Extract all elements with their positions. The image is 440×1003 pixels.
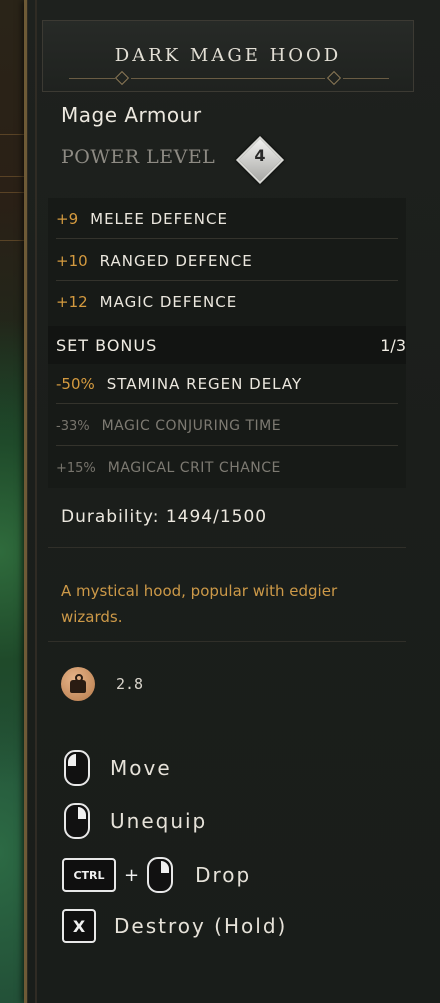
set-bonus-header: SET BONUS 1/3 <box>48 326 406 364</box>
power-level-label: POWER LEVEL <box>61 146 216 168</box>
set-bonus-effect: STAMINA REGEN DELAY <box>106 375 303 393</box>
set-bonus-value: -33% <box>56 418 90 434</box>
action-label: Unequip <box>110 809 208 833</box>
stat-value: +10 <box>56 252 88 270</box>
mouse-left-icon <box>64 750 90 786</box>
stats-block: +9 MELEE DEFENCE +10 RANGED DEFENCE +12 … <box>48 198 406 488</box>
mouse-right-icon <box>64 803 90 839</box>
set-bonus-row: +15% MAGICAL CRIT CHANCE <box>56 448 398 488</box>
stat-row: +10 RANGED DEFENCE <box>56 241 398 281</box>
action-label: Drop <box>195 863 252 887</box>
action-drop[interactable]: CTRL + Drop <box>62 855 251 895</box>
set-bonus-effect: MAGICAL CRIT CHANCE <box>107 460 281 476</box>
item-title-box: DARK MAGE HOOD <box>42 20 414 92</box>
item-type: Mage Armour <box>61 103 202 127</box>
divider <box>48 547 406 548</box>
item-name: DARK MAGE HOOD <box>114 45 342 66</box>
item-description: A mystical hood, popular with edgier wiz… <box>61 582 338 626</box>
set-bonus-count: 1/3 <box>380 336 406 355</box>
action-label: Destroy (Hold) <box>114 914 288 938</box>
stat-row: +9 MELEE DEFENCE <box>56 199 398 239</box>
action-label: Move <box>110 756 172 780</box>
stat-value: +12 <box>56 293 88 311</box>
action-destroy[interactable]: X Destroy (Hold) <box>62 906 287 946</box>
weight-icon <box>61 667 95 701</box>
weight-value: 2.8 <box>116 675 144 693</box>
action-move[interactable]: Move <box>64 748 172 788</box>
stat-label: MELEE DEFENCE <box>90 210 228 228</box>
set-bonus-label: SET BONUS <box>56 336 158 355</box>
plus-icon: + <box>124 864 140 886</box>
mouse-right-icon <box>147 857 174 893</box>
power-level-value: 4 <box>254 146 266 165</box>
stat-label: RANGED DEFENCE <box>99 252 253 270</box>
set-bonus-row: -50% STAMINA REGEN DELAY <box>56 364 398 404</box>
set-bonus-value: -50% <box>56 375 95 393</box>
set-bonus-effect: MAGIC CONJURING TIME <box>101 418 282 434</box>
durability-text: Durability: 1494/1500 <box>61 507 268 527</box>
stat-row: +12 MAGIC DEFENCE <box>56 282 398 322</box>
divider <box>48 641 406 642</box>
action-unequip[interactable]: Unequip <box>64 801 207 841</box>
ctrl-key-icon: CTRL <box>62 858 116 892</box>
set-bonus-value: +15% <box>56 460 96 476</box>
set-bonus-row: -33% MAGIC CONJURING TIME <box>56 406 398 446</box>
stat-label: MAGIC DEFENCE <box>99 293 238 311</box>
x-key-icon: X <box>62 909 96 943</box>
stat-value: +9 <box>56 210 79 228</box>
